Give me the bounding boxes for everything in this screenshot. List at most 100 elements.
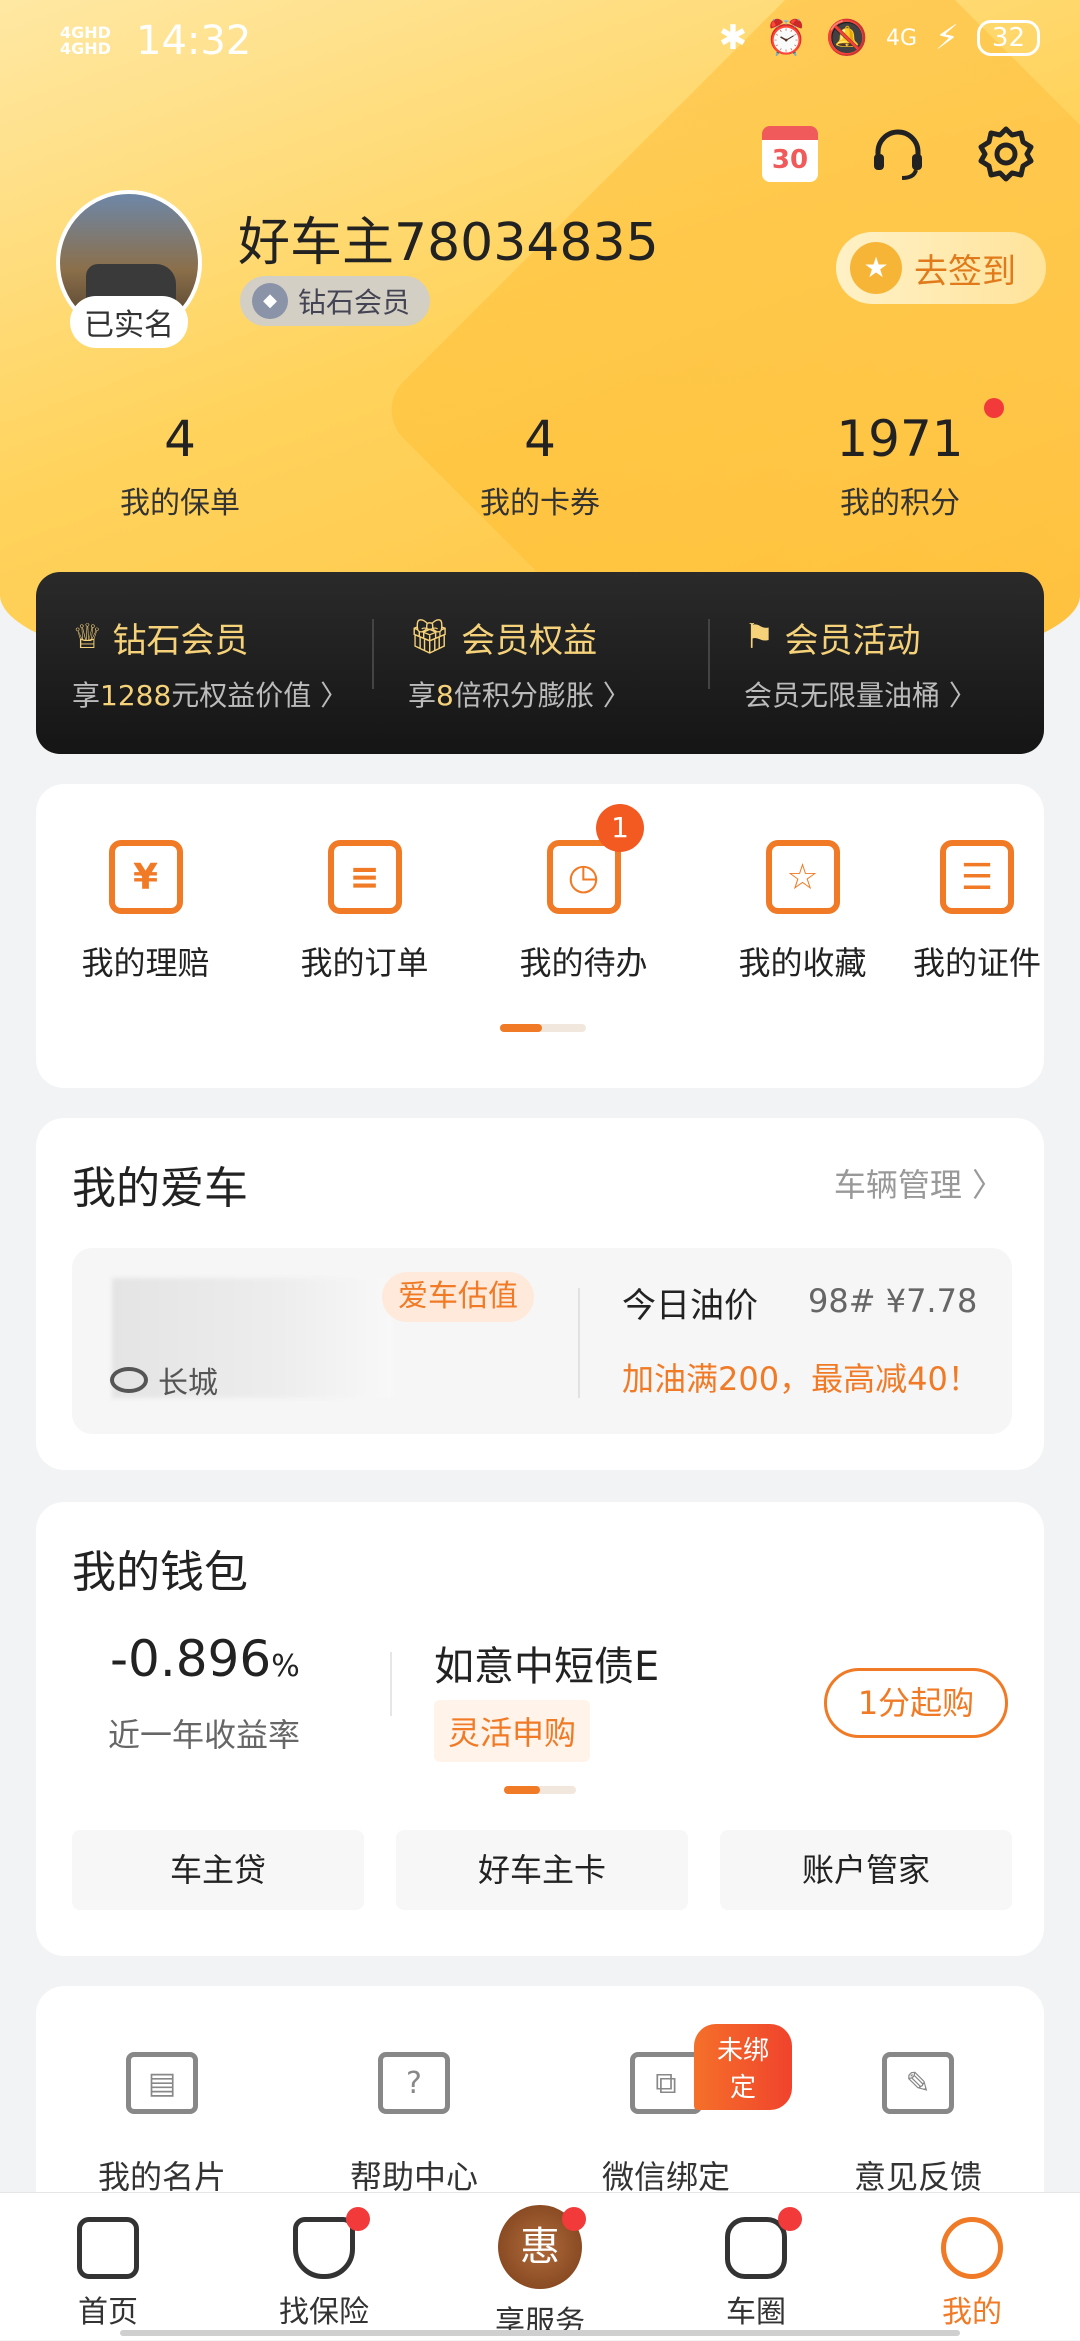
- brand-logo-icon: [110, 1367, 148, 1393]
- tab-label: 车圈: [726, 2295, 786, 2330]
- section-title: 我的爱车: [72, 1163, 248, 1214]
- vehicle-manage-link[interactable]: 车辆管理 〉: [834, 1160, 1004, 1206]
- sign-in-button[interactable]: ★ 去签到: [836, 232, 1046, 304]
- car-brand: 长城: [110, 1358, 218, 1402]
- link-icon: ⧉: [630, 2052, 702, 2114]
- home-indicator: [120, 2330, 960, 2336]
- alarm-icon: ⏰: [765, 18, 808, 58]
- oil-promo[interactable]: 加油满200，最高减40！: [622, 1354, 980, 1400]
- tab-insurance[interactable]: 找保险: [216, 2193, 432, 2340]
- calendar-icon[interactable]: 30: [756, 120, 824, 188]
- owner-card-button[interactable]: 好车主卡: [396, 1830, 688, 1910]
- tool-business-card[interactable]: ▤ 我的名片: [36, 2052, 288, 2198]
- count-badge: 1: [596, 804, 644, 852]
- quick-documents[interactable]: ☰ 我的证件: [912, 840, 1042, 984]
- yield-label: 近一年收益率: [108, 1716, 301, 1754]
- vip-title: 会员权益: [461, 620, 598, 661]
- order-icon: ≡: [327, 840, 402, 914]
- shield-check-icon: [293, 2217, 355, 2279]
- notification-dot: [562, 2207, 586, 2231]
- fund-tag: 灵活申购: [434, 1700, 591, 1762]
- brand-name: 长城: [158, 1366, 218, 1401]
- home-icon: [77, 2217, 139, 2279]
- star-coin-icon: ★: [850, 242, 902, 294]
- notification-dot: [984, 398, 1004, 418]
- tab-label: 找保险: [279, 2295, 369, 2330]
- quick-todo[interactable]: ◷ 1 我的待办: [474, 804, 693, 984]
- quick-label: 我的订单: [300, 944, 429, 982]
- vip-highlight: 8: [436, 678, 454, 712]
- vip-diamond[interactable]: ♕ 钻石会员 享1288元权益价值 〉: [36, 613, 372, 714]
- verified-badge: 已实名: [70, 296, 188, 348]
- car-info-panel[interactable]: 爱车估值 长城 今日油价 98# ¥7.78 加油满200，最高减40！: [72, 1248, 1012, 1434]
- mute-icon: 🔕: [825, 18, 868, 58]
- quick-label: 我的待办: [519, 944, 648, 982]
- car-valuation-tag[interactable]: 爱车估值: [382, 1272, 534, 1322]
- stat-value: 1971: [836, 410, 964, 468]
- document-icon: ☰: [940, 840, 1014, 914]
- yen-icon: ¥: [108, 840, 183, 914]
- vip-sub: 享: [408, 678, 437, 712]
- notification-dot: [778, 2207, 802, 2231]
- car-loan-button[interactable]: 车主贷: [72, 1830, 364, 1910]
- quick-label: 我的理赔: [81, 944, 210, 982]
- fund-name[interactable]: 如意中短债E: [434, 1634, 659, 1692]
- grid-icon: [725, 2217, 787, 2279]
- section-title: 我的钱包: [72, 1547, 248, 1598]
- vip-sub: 会员无限量油桶 〉: [744, 678, 977, 712]
- todo-icon: ◷: [546, 840, 621, 914]
- vip-sub: 元权益价值 〉: [171, 678, 349, 712]
- stat-points[interactable]: 1971 我的积分: [720, 398, 1080, 522]
- user-icon: [941, 2217, 1003, 2279]
- my-car-card: 我的爱车 车辆管理 〉 爱车估值 长城 今日油价 98# ¥7.78 加油满20…: [36, 1118, 1044, 1470]
- gift-icon: 🎁︎: [408, 617, 452, 657]
- account-manager-button[interactable]: 账户管家: [720, 1830, 1012, 1910]
- bluetooth-icon: ✱: [718, 18, 748, 58]
- quick-orders[interactable]: ≡ 我的订单: [255, 840, 474, 984]
- vip-title: 钻石会员: [112, 620, 249, 661]
- 4g-icon: 4G: [885, 25, 918, 51]
- tools-card: ▤ 我的名片 ? 帮助中心 ⧉ 未绑定 微信绑定 ✎ 意见反馈: [36, 1986, 1044, 2226]
- wallet-card: 我的钱包 -0.896% 近一年收益率 如意中短债E 灵活申购 1分起购 车主贷…: [36, 1502, 1044, 1956]
- tab-mine[interactable]: 我的: [864, 2193, 1080, 2340]
- star-icon: ☆: [765, 840, 840, 914]
- settings-icon[interactable]: [972, 120, 1040, 188]
- notification-dot: [346, 2207, 370, 2231]
- vip-activity[interactable]: ⚑ 会员活动 会员无限量油桶 〉: [708, 613, 1044, 714]
- page-indicator: [500, 1024, 586, 1032]
- username: 好车主78034835: [238, 213, 659, 273]
- tab-label: 首页: [78, 2295, 138, 2330]
- member-level-chip[interactable]: ◆ 钻石会员: [240, 276, 431, 326]
- stat-policies[interactable]: 4 我的保单: [0, 410, 360, 522]
- diamond-icon: ◆: [252, 283, 288, 319]
- stat-label: 我的保单: [120, 486, 240, 521]
- tool-help-center[interactable]: ? 帮助中心: [288, 2052, 540, 2198]
- vip-sub: 享: [72, 678, 101, 712]
- feedback-icon: ✎: [882, 2052, 954, 2114]
- headset-icon[interactable]: [864, 120, 932, 188]
- stat-label: 我的积分: [840, 486, 960, 521]
- oil-price-title: 今日油价: [622, 1286, 758, 1326]
- tool-feedback[interactable]: ✎ 意见反馈: [792, 2052, 1044, 2198]
- status-bar: 4GHD 4GHD 14:32 ✱ ⏰ 🔕 4G ⚡ 32: [0, 0, 1080, 80]
- buy-button[interactable]: 1分起购: [824, 1668, 1008, 1738]
- stat-coupons[interactable]: 4 我的卡券: [360, 410, 720, 522]
- vip-highlight: 1288: [100, 678, 172, 712]
- id-card-icon: ▤: [126, 2052, 198, 2114]
- tab-home[interactable]: 首页: [0, 2193, 216, 2340]
- yield-value: -0.896: [110, 1630, 272, 1688]
- tool-wechat-bind[interactable]: ⧉ 未绑定 微信绑定: [540, 2024, 792, 2198]
- signal-icon: 4GHD 4GHD: [60, 23, 111, 58]
- quick-claims[interactable]: ¥ 我的理赔: [36, 840, 255, 984]
- yield-unit: %: [271, 1649, 300, 1684]
- quick-favorites[interactable]: ☆ 我的收藏: [693, 840, 912, 984]
- quick-label: 我的证件: [912, 944, 1041, 982]
- tab-car-circle[interactable]: 车圈: [648, 2193, 864, 2340]
- vip-rights[interactable]: 🎁︎ 会员权益 享8倍积分膨胀 〉: [372, 613, 708, 714]
- vip-bar: ♕ 钻石会员 享1288元权益价值 〉 🎁︎ 会员权益 享8倍积分膨胀 〉 ⚑ 会员活…: [36, 572, 1044, 754]
- tab-services[interactable]: 惠享服务: [432, 2193, 648, 2340]
- stat-value: 4: [164, 410, 196, 468]
- bottom-tab-bar: 首页 找保险 惠享服务 车圈 我的: [0, 2192, 1080, 2340]
- crown-icon: ♕: [72, 617, 103, 657]
- quick-actions-card: ¥ 我的理赔 ≡ 我的订单 ◷ 1 我的待办 ☆ 我的收藏 ☰ 我的证件: [36, 784, 1044, 1088]
